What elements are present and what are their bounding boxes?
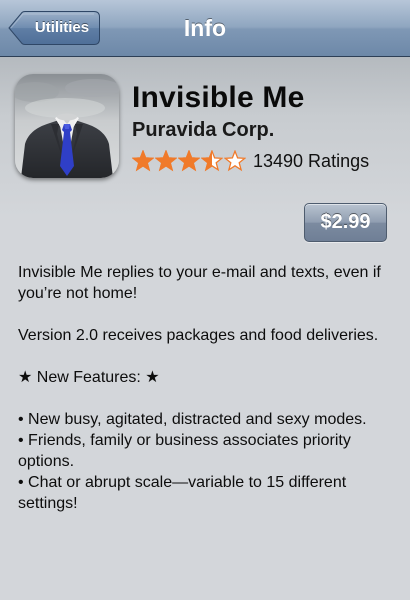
feature-item: • Chat or abrupt scale—variable to 15 di… — [18, 474, 347, 512]
rating-row[interactable]: 13490 Ratings — [132, 148, 369, 174]
star-half-icon — [201, 150, 223, 172]
price-button[interactable]: $2.99 — [304, 203, 387, 242]
star-filled-icon — [132, 150, 154, 172]
star-filled-icon — [178, 150, 200, 172]
back-button[interactable]: Utilities — [8, 11, 100, 45]
feature-item: • Friends, family or business associates… — [18, 432, 351, 470]
star-filled-icon — [155, 150, 177, 172]
features-heading: ★ New Features: ★ — [18, 369, 160, 386]
feature-item: • New busy, agitated, distracted and sex… — [18, 411, 367, 428]
description-paragraph: Invisible Me replies to your e-mail and … — [18, 264, 381, 302]
star-rating — [132, 150, 247, 172]
navigation-bar: Utilities Info — [0, 0, 410, 57]
back-button-label: Utilities — [34, 19, 90, 36]
ratings-count: 13490 Ratings — [253, 150, 370, 171]
description-paragraph: Version 2.0 receives packages and food d… — [18, 327, 379, 344]
star-empty-icon — [224, 150, 246, 172]
developer-link[interactable]: Puravida Corp. — [132, 119, 274, 142]
invisible-businessman-icon — [15, 74, 119, 178]
app-info-screen: Utilities Info Invisible Me Puravida Cor… — [0, 0, 410, 600]
app-details: Invisible Me Puravida Corp. 13490 Rating… — [0, 57, 410, 600]
app-description: Invisible Me replies to your e-mail and … — [18, 262, 398, 514]
app-name: Invisible Me — [132, 81, 305, 114]
